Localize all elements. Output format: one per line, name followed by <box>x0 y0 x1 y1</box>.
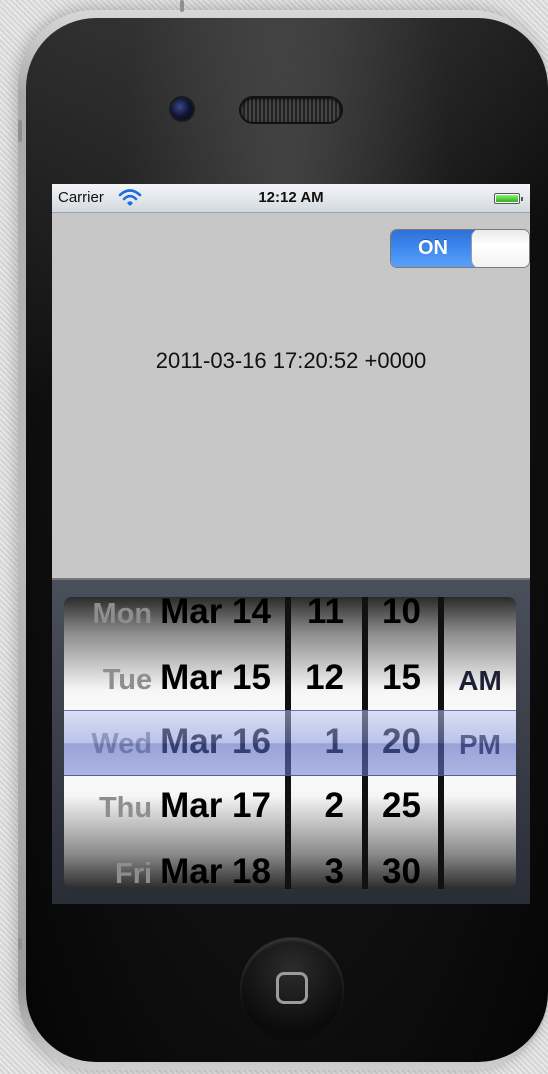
day-name: Tue <box>102 664 153 696</box>
day-name: Fri <box>115 858 153 889</box>
day-name: Thu <box>98 792 153 824</box>
status-time: 12:12 AM <box>258 189 324 206</box>
picker-row-day[interactable]: Thu Mar 17 <box>64 774 285 838</box>
day-name: Wed <box>91 728 153 760</box>
picker-row-pm[interactable]: PM <box>444 713 516 777</box>
day-date: Mar 15 <box>160 658 271 697</box>
switch-on-label: ON <box>391 230 475 267</box>
picker-row-day[interactable]: Fri Mar 18 <box>64 840 285 889</box>
picker-row-hour[interactable]: 12 <box>291 646 362 710</box>
day-name: Mon <box>92 598 153 630</box>
mute-switch[interactable] <box>180 0 184 12</box>
screen: Carrier 12:12 AM ON 2011-03-16 17:20:52 … <box>52 184 530 904</box>
day-date: Mar 14 <box>160 597 271 631</box>
home-button-icon[interactable] <box>240 938 344 1042</box>
switch-knob[interactable] <box>471 230 529 267</box>
picker-row-hour[interactable]: 11 <box>291 597 362 644</box>
picker-row-minute[interactable]: 25 <box>368 774 438 838</box>
picker-row-minute[interactable]: 20 <box>368 710 438 774</box>
status-bar: Carrier 12:12 AM <box>52 184 530 213</box>
picker-row-minute[interactable]: 15 <box>368 646 438 710</box>
picker-row-hour[interactable]: 3 <box>291 840 362 889</box>
picker-row-am[interactable]: AM <box>444 649 516 713</box>
battery-full-icon <box>494 193 523 204</box>
picker-row-day[interactable]: Mon Mar 14 <box>64 597 285 644</box>
day-date: Mar 17 <box>160 786 271 825</box>
volume-button[interactable] <box>18 120 22 142</box>
speaker-grille-icon <box>241 98 341 122</box>
picker-wheel-minute[interactable]: 10 15 20 25 30 <box>368 597 438 889</box>
picker-wheel-hour[interactable]: 11 12 1 2 3 <box>291 597 362 889</box>
picker-row-hour[interactable]: 1 <box>291 710 362 774</box>
on-off-switch[interactable]: ON <box>390 229 530 268</box>
picker-row-minute[interactable]: 30 <box>368 840 438 889</box>
date-time-picker[interactable]: Mon Mar 14 Tue Mar 15 Wed Mar 16 Thu Mar 17 … <box>52 578 530 904</box>
day-date: Mar 16 <box>160 722 271 761</box>
date-label: 2011-03-16 17:20:52 +0000 <box>155 348 427 373</box>
picker-row-day[interactable]: Wed Mar 16 <box>64 710 285 774</box>
picker-row-minute[interactable]: 10 <box>368 597 438 644</box>
day-date: Mar 18 <box>160 852 271 889</box>
picker-frame: Mon Mar 14 Tue Mar 15 Wed Mar 16 Thu Mar 17 … <box>64 597 516 889</box>
picker-wheel-day[interactable]: Mon Mar 14 Tue Mar 15 Wed Mar 16 Thu Mar 17 … <box>64 597 285 889</box>
picker-row-day[interactable]: Tue Mar 15 <box>64 646 285 710</box>
picker-wheel-ampm[interactable]: AM PM <box>444 597 516 889</box>
camera-icon <box>171 98 193 120</box>
picker-row-hour[interactable]: 2 <box>291 774 362 838</box>
home-square-glyph <box>276 972 308 1004</box>
side-button-lower[interactable] <box>18 938 22 950</box>
